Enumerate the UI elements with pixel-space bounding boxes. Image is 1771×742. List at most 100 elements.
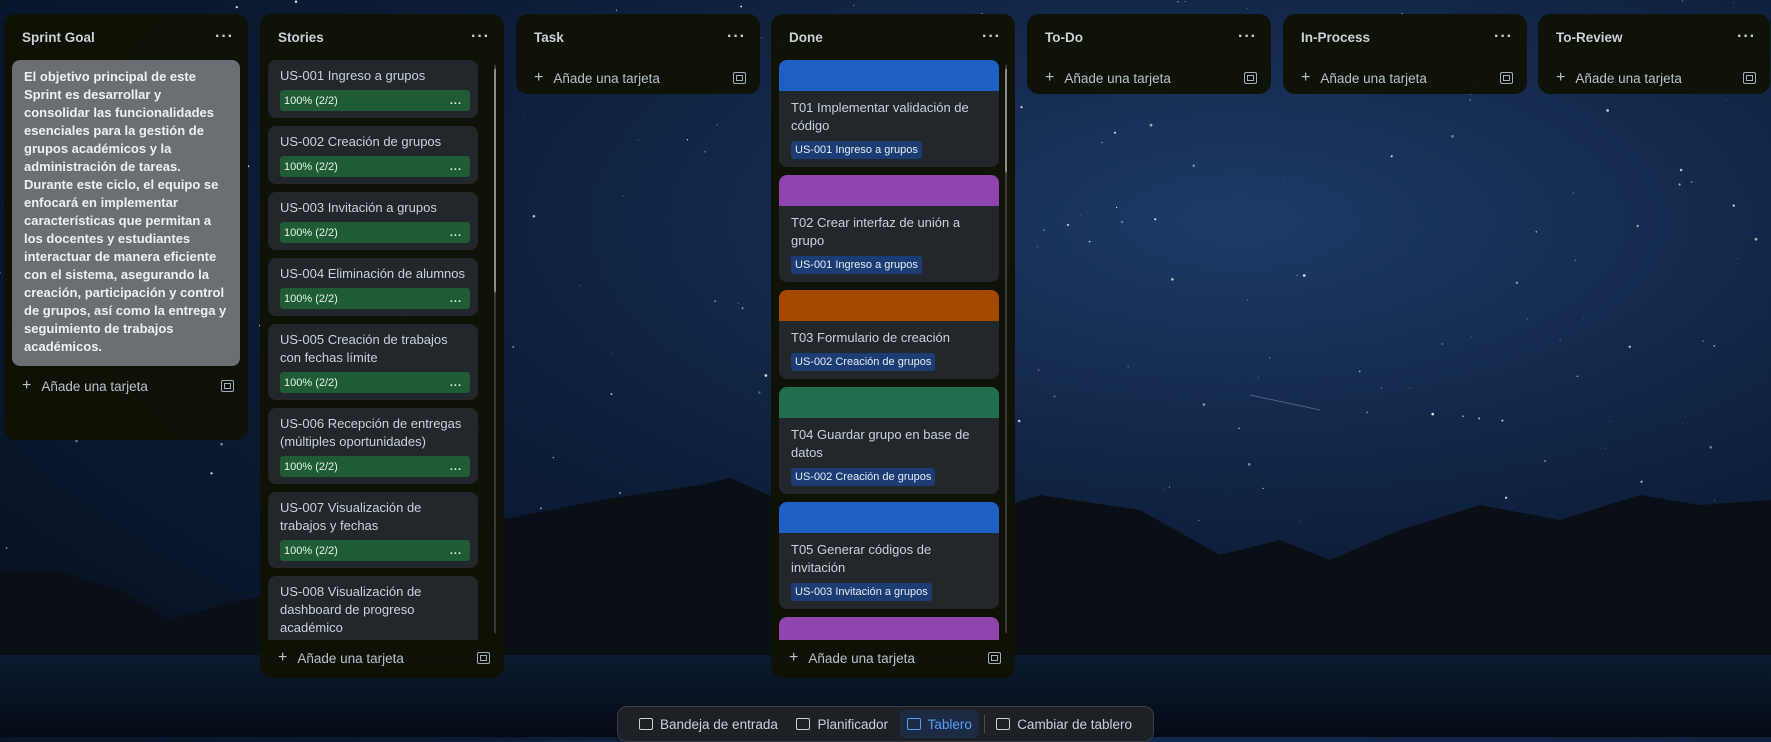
add-card-button[interactable]: + Añade una tarjeta	[268, 640, 496, 676]
story-card[interactable]: US-003 Invitación a grupos 100% (2/2)...	[268, 192, 478, 250]
more-horizontal-icon[interactable]: ···	[471, 28, 490, 46]
more-horizontal-icon[interactable]: ...	[450, 227, 462, 239]
card-title: US-005 Creación de trabajos con fechas l…	[280, 332, 448, 365]
plus-icon: +	[22, 377, 32, 394]
task-card[interactable]: T03 Formulario de creación US-002 Creació…	[779, 290, 999, 379]
card-body: T04 Guardar grupo en base de datos US-002…	[779, 418, 999, 494]
card-template-icon[interactable]	[733, 72, 746, 84]
card-template-icon[interactable]	[477, 652, 490, 664]
add-card-button[interactable]: + Añade una tarjeta	[12, 368, 240, 404]
card-template-icon[interactable]	[1500, 72, 1513, 84]
progress-text: 100% (2/2)	[284, 226, 338, 239]
list-title: Done	[789, 29, 823, 45]
more-horizontal-icon[interactable]: ···	[982, 28, 1001, 46]
add-card-button[interactable]: + Añade una tarjeta	[1035, 60, 1263, 96]
card-title: T05 Generar códigos de invitación	[791, 542, 932, 575]
more-horizontal-icon[interactable]: ···	[1494, 28, 1513, 46]
plus-icon: +	[789, 649, 799, 666]
add-card-label: Añade una tarjeta	[41, 378, 148, 394]
checklist-progress-badge: 100% (2/2)...	[280, 90, 470, 111]
add-card-button[interactable]: + Añade una tarjeta	[779, 640, 1007, 676]
list-task: Task ··· + Añade una tarjeta	[516, 14, 760, 94]
add-card-label: Añade una tarjeta	[297, 650, 404, 666]
planner-label: Planificador	[817, 716, 889, 732]
inbox-button[interactable]: Bandeja de entrada	[632, 710, 785, 738]
list-header: Task ···	[524, 14, 752, 60]
more-horizontal-icon[interactable]: ...	[450, 461, 462, 473]
task-card[interactable]: T01 Implementar validación de código US-0…	[779, 60, 999, 167]
card-label: US-002 Creación de grupos	[791, 353, 936, 371]
scrollbar[interactable]	[1005, 64, 1007, 634]
task-card[interactable]: T04 Guardar grupo en base de datos US-002…	[779, 387, 999, 494]
checklist-progress-badge: 100% (2/2)...	[280, 456, 470, 477]
list-sprint-goal: Sprint Goal ··· El objetivo principal de…	[4, 14, 248, 440]
board-button[interactable]: Tablero	[899, 710, 979, 738]
progress-text: 100% (2/2)	[284, 460, 338, 473]
card-title: US-002 Creación de grupos	[280, 134, 442, 149]
stories-card-container: US-001 Ingreso a grupos 100% (2/2)... US-0…	[268, 60, 496, 640]
scrollbar-thumb[interactable]	[1005, 68, 1007, 173]
task-card[interactable]	[779, 617, 999, 640]
plus-icon: +	[1556, 69, 1566, 86]
card-cover	[779, 502, 999, 533]
card-title: US-008 Visualización de dashboard de pro…	[280, 584, 422, 635]
card-label: US-001 Ingreso a grupos	[791, 256, 922, 274]
calendar-icon	[796, 718, 811, 730]
card-label: US-001 Ingreso a grupos	[791, 141, 922, 159]
card-template-icon[interactable]	[1743, 72, 1756, 84]
add-card-button[interactable]: + Añade una tarjeta	[524, 60, 752, 96]
scrollbar-thumb[interactable]	[494, 68, 496, 293]
checklist-progress-badge: 100% (2/2)...	[280, 540, 470, 561]
done-card-container: T01 Implementar validación de código US-0…	[779, 60, 1007, 640]
story-card[interactable]: US-007 Visualización de trabajos y fecha…	[268, 492, 478, 568]
add-card-label: Añade una tarjeta	[1575, 70, 1682, 86]
list-title: Stories	[278, 29, 324, 45]
more-horizontal-icon[interactable]: ···	[1737, 28, 1756, 46]
progress-text: 100% (2/2)	[284, 376, 338, 389]
list-stories: Stories ··· US-001 Ingreso a grupos 100% …	[260, 14, 504, 678]
inbox-label: Bandeja de entrada	[660, 716, 778, 732]
card-title: US-006 Recepción de entregas (múltiples …	[280, 416, 462, 449]
card-template-icon[interactable]	[988, 652, 1001, 664]
planner-button[interactable]: Planificador	[789, 710, 895, 738]
add-card-button[interactable]: + Añade una tarjeta	[1546, 60, 1762, 96]
more-horizontal-icon[interactable]: ...	[450, 95, 462, 107]
card-body: T01 Implementar validación de código US-0…	[779, 91, 999, 167]
list-to-review: To-Review ··· + Añade una tarjeta	[1538, 14, 1770, 94]
switch-board-button[interactable]: Cambiar de tablero	[989, 710, 1139, 738]
progress-text: 100% (2/2)	[284, 544, 338, 557]
add-card-button[interactable]: + Añade una tarjeta	[1291, 60, 1519, 96]
more-horizontal-icon[interactable]: ...	[450, 545, 462, 557]
more-horizontal-icon[interactable]: ···	[1238, 28, 1257, 46]
story-card[interactable]: US-001 Ingreso a grupos 100% (2/2)...	[268, 60, 478, 118]
card-title: US-007 Visualización de trabajos y fecha…	[280, 500, 422, 533]
story-card[interactable]: US-005 Creación de trabajos con fechas l…	[268, 324, 478, 400]
scrollbar[interactable]	[494, 64, 496, 634]
card-cover	[779, 60, 999, 91]
card-title: T04 Guardar grupo en base de datos	[791, 427, 970, 460]
more-horizontal-icon[interactable]: ...	[450, 293, 462, 305]
card-template-icon[interactable]	[1244, 72, 1257, 84]
card-title: US-001 Ingreso a grupos	[280, 68, 426, 83]
more-horizontal-icon[interactable]: ...	[450, 377, 462, 389]
story-card[interactable]: US-008 Visualización de dashboard de pro…	[268, 576, 478, 640]
board-label: Tablero	[927, 716, 972, 732]
card-title: US-003 Invitación a grupos	[280, 200, 437, 215]
task-card[interactable]: T05 Generar códigos de invitación US-003 …	[779, 502, 999, 609]
more-horizontal-icon[interactable]: ...	[450, 161, 462, 173]
story-card[interactable]: US-006 Recepción de entregas (múltiples …	[268, 408, 478, 484]
progress-text: 100% (2/2)	[284, 292, 338, 305]
card-cover	[779, 617, 999, 640]
sprint-goal-card[interactable]: El objetivo principal de este Sprint es …	[12, 60, 240, 366]
plus-icon: +	[1045, 69, 1055, 86]
card-template-icon[interactable]	[221, 380, 234, 392]
more-horizontal-icon[interactable]: ···	[727, 28, 746, 46]
checklist-progress-badge: 100% (2/2)...	[280, 372, 470, 393]
more-horizontal-icon[interactable]: ···	[215, 28, 234, 46]
story-card[interactable]: US-002 Creación de grupos 100% (2/2)...	[268, 126, 478, 184]
story-card[interactable]: US-004 Eliminación de alumnos 100% (2/2).…	[268, 258, 478, 316]
card-cover	[779, 175, 999, 206]
add-card-label: Añade una tarjeta	[808, 650, 915, 666]
card-body: T02 Crear interfaz de unión a grupo US-00…	[779, 206, 999, 282]
task-card[interactable]: T02 Crear interfaz de unión a grupo US-00…	[779, 175, 999, 282]
